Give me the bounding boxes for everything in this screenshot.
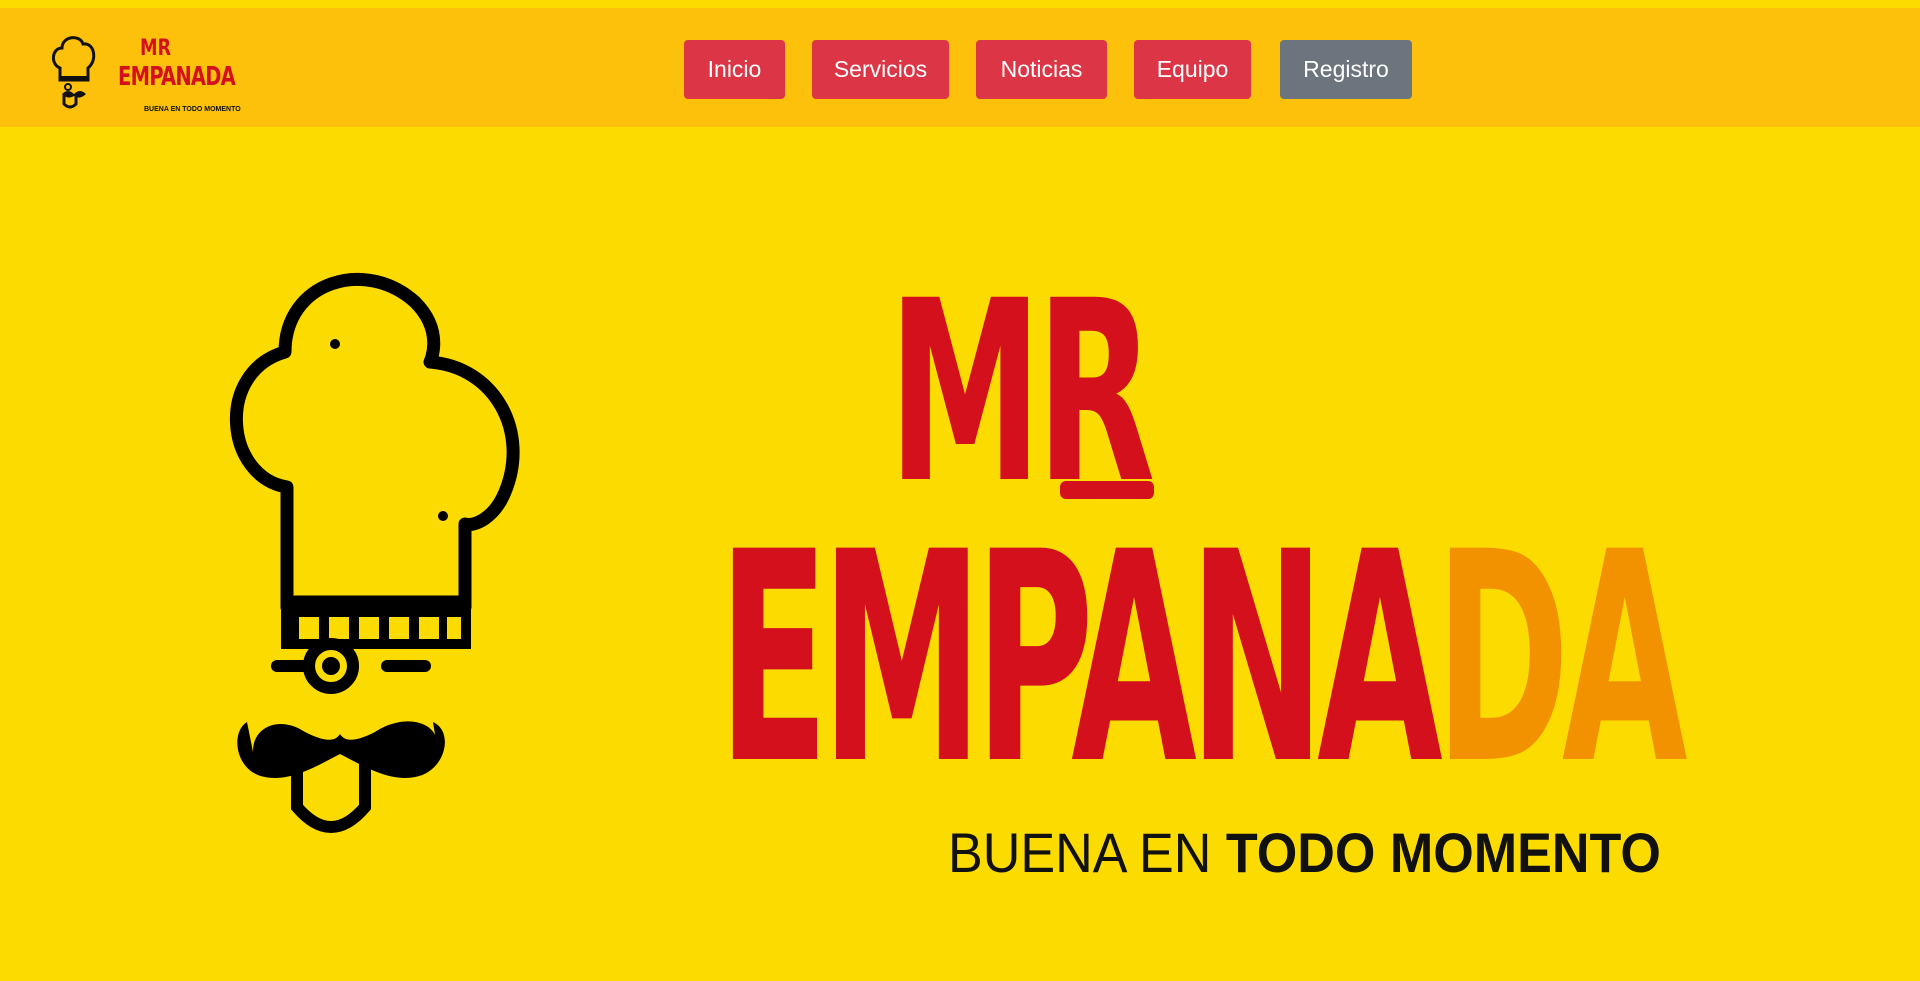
- hero-title-main: EMPANA: [718, 491, 1443, 828]
- logo-mr: MR: [140, 36, 172, 61]
- hero-title-empanada: EMPANADA: [718, 515, 1688, 805]
- chef-icon: [52, 36, 96, 109]
- tagline-regular: BUENA EN: [948, 821, 1212, 884]
- navbar: MR EMPANADA BUENA EN TODO MOMENTO Inicio…: [0, 8, 1920, 127]
- logo-empanada: EMPANADA: [118, 62, 236, 92]
- tagline-bold: TODO MOMENTO: [1225, 821, 1661, 884]
- nav-servicios-button[interactable]: Servicios: [812, 40, 949, 99]
- brand-logo[interactable]: MR EMPANADA BUENA EN TODO MOMENTO: [50, 30, 241, 120]
- nav-equipo-button[interactable]: Equipo: [1134, 40, 1251, 99]
- nav-noticias-button[interactable]: Noticias: [976, 40, 1107, 99]
- nav-inicio-button[interactable]: Inicio: [684, 40, 785, 99]
- chef-mascot-icon: [230, 272, 520, 833]
- logo-tagline: BUENA EN TODO MOMENTO: [144, 106, 241, 113]
- hero-tagline: BUENA EN TODO MOMENTO: [948, 820, 1661, 885]
- nav-registro-button[interactable]: Registro: [1280, 40, 1412, 99]
- hero-title-accent: DA: [1434, 491, 1688, 828]
